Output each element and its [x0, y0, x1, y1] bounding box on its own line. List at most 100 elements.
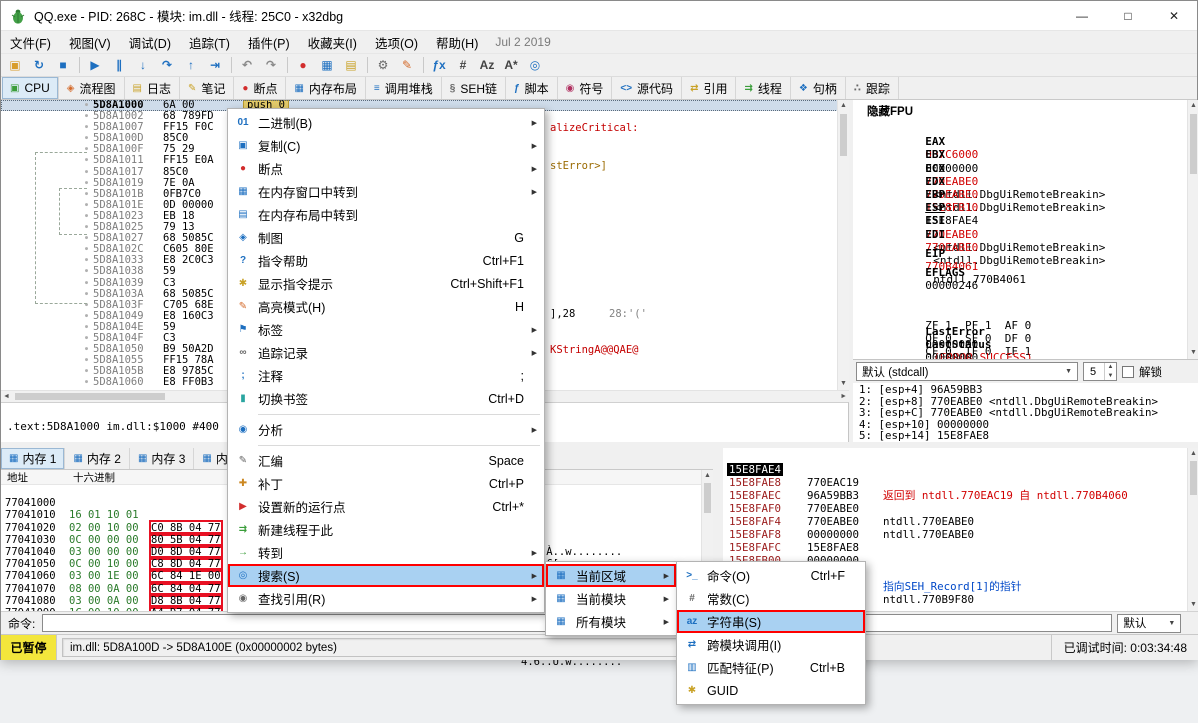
toolbar-button[interactable]: ▣ — [3, 55, 27, 76]
menu-item[interactable]: ▤ 在内存布局中转到 — [228, 203, 544, 226]
menu-item[interactable]: ⇉ 新建线程于此 — [228, 518, 544, 541]
menu-item[interactable]: ✱ 显示指令提示 Ctrl+Shift+F1 — [228, 272, 544, 295]
dump-tab[interactable]: ▦ 内存 3 — [130, 448, 194, 469]
view-tab[interactable]: ⇄ 引用 — [682, 77, 736, 99]
dump-tab[interactable]: ▦ 内存 1 — [1, 448, 65, 469]
stack-row[interactable]: 15E8FAEC 770EABE0 ntdll.770EABE0 — [723, 476, 1187, 489]
menu-item[interactable]: ; 注释 ; — [228, 364, 544, 387]
toolbar-button[interactable]: ↶ — [235, 55, 259, 76]
toolbar-button[interactable]: ▦ — [315, 55, 339, 76]
submenu-item[interactable]: >_ 命令(O) Ctrl+F — [677, 564, 865, 587]
menu-item[interactable]: ▶ 设置新的运行点 Ctrl+* — [228, 495, 544, 518]
submenu-item[interactable]: ⇄ 跨模块调用(I) — [677, 633, 865, 656]
toolbar-button[interactable]: ◎ — [523, 55, 547, 76]
menubar-item[interactable]: 帮助(H) — [427, 31, 487, 53]
menubar-item[interactable]: 文件(F) — [1, 31, 60, 53]
toolbar-button[interactable]: ↷ — [259, 55, 283, 76]
view-tab[interactable]: ◉ 符号 — [558, 77, 613, 99]
menu-item[interactable]: ◉ 查找引用(R) — [228, 587, 544, 610]
argument-row[interactable]: 1: [esp+4] 96A59BB3 — [853, 384, 1198, 396]
menu-item[interactable]: ▣ 复制(C) — [228, 134, 544, 157]
stack-row[interactable]: 15E8FB00 15E8FB6C 指向SEH_Record[1]的指针 — [723, 541, 1187, 554]
menu-item[interactable]: ✚ 补丁 Ctrl+P — [228, 472, 544, 495]
menubar-item[interactable]: 插件(P) — [239, 31, 299, 53]
calling-convention-select[interactable]: 默认 (stdcall) ▼ — [856, 362, 1078, 381]
stack-row[interactable]: 15E8FAF0 770EABE0 ntdll.770EABE0 — [723, 489, 1187, 502]
view-tab[interactable]: ⇉ 线程 — [736, 77, 790, 99]
submenu-item[interactable]: ▦ 当前模块 — [546, 587, 676, 610]
menubar-item[interactable]: 追踪(T) — [180, 31, 239, 53]
menu-item[interactable]: ? 指令帮助 Ctrl+F1 — [228, 249, 544, 272]
toolbar-button[interactable] — [363, 55, 371, 76]
menu-item[interactable]: ⚑ 标签 — [228, 318, 544, 341]
maximize-button[interactable]: □ — [1105, 1, 1151, 30]
menubar-item[interactable]: 选项(O) — [366, 31, 427, 53]
view-tab[interactable]: ◈ 流程图 — [59, 77, 125, 99]
stack-row[interactable]: 15E8FAF4 00000000 — [723, 502, 1187, 515]
minimize-button[interactable]: — — [1059, 1, 1105, 30]
argument-row[interactable]: 3: [esp+C] 770EABE0 <ntdll.DbgUiRemoteBr… — [853, 407, 1198, 419]
toolbar-button[interactable]: ▶ — [83, 55, 107, 76]
dump-tab[interactable]: ▦ 内存 2 — [65, 448, 129, 469]
view-tab[interactable]: ∴ 跟踪 — [846, 77, 899, 99]
view-tab[interactable]: ✎ 笔记 — [180, 77, 234, 99]
arguments-pane[interactable]: 1: [esp+4] 96A59BB32: [esp+8] 770EABE0 <… — [853, 383, 1198, 442]
menu-item[interactable]: ∞ 追踪记录 — [228, 341, 544, 364]
toolbar-button[interactable] — [75, 55, 83, 76]
view-tab[interactable]: ▦ 内存布局 — [286, 77, 365, 99]
menu-item[interactable]: ▦ 在内存窗口中转到 — [228, 180, 544, 203]
toolbar-button[interactable] — [283, 55, 291, 76]
toolbar-button[interactable] — [227, 55, 235, 76]
menu-item[interactable]: ◎ 搜索(S) — [228, 564, 544, 587]
view-tab[interactable]: ƒ 脚本 — [506, 77, 558, 99]
stack-scrollbar[interactable]: ▲▼ — [1187, 448, 1198, 611]
register-row[interactable]: EAX 007C6000 — [853, 122, 1187, 135]
menu-item[interactable]: → 转到 — [228, 541, 544, 564]
view-tab[interactable]: ≡ 调用堆栈 — [366, 77, 442, 99]
toolbar-button[interactable]: ■ — [51, 55, 75, 76]
argument-count-stepper[interactable]: 5 ▲▼ — [1083, 362, 1117, 381]
menu-item[interactable]: 01 二进制(B) — [228, 111, 544, 134]
toolbar-button[interactable]: ↷ — [155, 55, 179, 76]
menu-item[interactable]: ◈ 制图 G — [228, 226, 544, 249]
submenu-item[interactable]: ✱ GUID — [677, 679, 865, 702]
toolbar-button[interactable]: ƒx — [427, 55, 451, 76]
submenu-item[interactable]: ▥ 匹配特征(P) Ctrl+B — [677, 656, 865, 679]
view-tab[interactable]: § SEH链 — [442, 77, 506, 99]
menu-item[interactable] — [228, 410, 544, 418]
view-tab[interactable]: <> 源代码 — [612, 77, 682, 99]
command-script-select[interactable]: 默认 ▼ — [1117, 614, 1181, 633]
submenu-item[interactable]: # 常数(C) — [677, 587, 865, 610]
toolbar-button[interactable]: ↑ — [179, 55, 203, 76]
close-button[interactable]: ✕ — [1151, 1, 1197, 30]
toolbar-button[interactable]: ↻ — [27, 55, 51, 76]
view-tab[interactable]: ● 断点 — [234, 77, 286, 99]
stack-row[interactable]: 15E8FAE8 96A59BB3 — [723, 463, 1187, 476]
menubar-item[interactable]: 收藏夹(I) — [299, 31, 366, 53]
hide-fpu-button[interactable]: 隐藏FPU — [867, 103, 1187, 119]
menu-item[interactable]: ● 断点 — [228, 157, 544, 180]
menu-item[interactable] — [228, 441, 544, 449]
view-tab[interactable]: ▤ 日志 — [125, 77, 180, 99]
stack-row[interactable]: 15E8FAF8 15E8FAE8 — [723, 515, 1187, 528]
toolbar-button[interactable]: ● — [291, 55, 315, 76]
toolbar-button[interactable]: ✎ — [395, 55, 419, 76]
toolbar-button[interactable]: ↓ — [131, 55, 155, 76]
toolbar-button[interactable]: # — [451, 55, 475, 76]
submenu-item[interactable]: ▦ 当前区域 — [546, 564, 676, 587]
menubar-item[interactable]: 视图(V) — [60, 31, 120, 53]
submenu-item[interactable]: az 字符串(S) — [677, 610, 865, 633]
registers-scrollbar[interactable]: ▲▼ — [1187, 100, 1198, 359]
toolbar-button[interactable] — [419, 55, 427, 76]
stack-row[interactable]: 15E8FAE4 770EAC19 返回到 ntdll.770EAC19 自 n… — [723, 450, 1187, 463]
argument-row[interactable]: 5: [esp+14] 15E8FAE8 — [853, 430, 1198, 442]
menu-item[interactable]: ✎ 高亮模式(H) H — [228, 295, 544, 318]
menu-item[interactable]: ◉ 分析 — [228, 418, 544, 441]
submenu-item[interactable]: ▦ 所有模块 — [546, 610, 676, 633]
unlock-checkbox[interactable] — [1122, 366, 1134, 378]
toolbar-button[interactable]: ▤ — [339, 55, 363, 76]
view-tab[interactable]: ▣ CPU — [2, 77, 59, 99]
menu-item[interactable]: ✎ 汇编 Space — [228, 449, 544, 472]
menu-item[interactable]: ▮ 切换书签 Ctrl+D — [228, 387, 544, 410]
registers-pane[interactable]: 隐藏FPU EAX 007C6000 EBX 00000000 — [853, 100, 1187, 359]
